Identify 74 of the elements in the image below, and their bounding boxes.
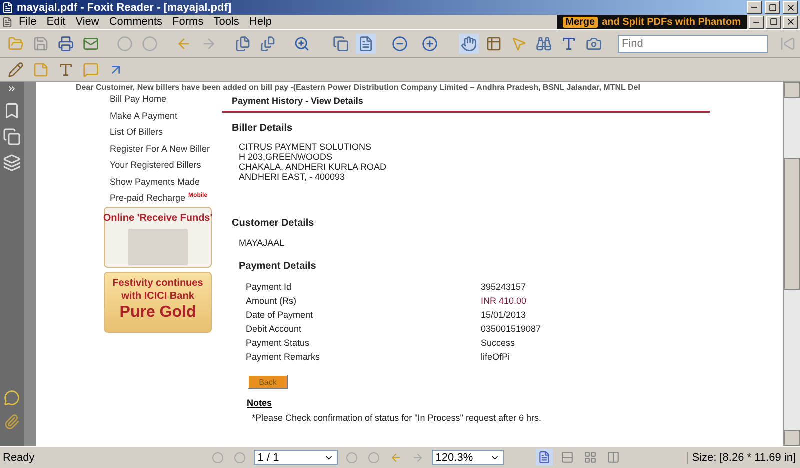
nav-link[interactable]: List Of Billers xyxy=(104,127,222,144)
layers-icon[interactable] xyxy=(3,154,21,172)
menu-item[interactable]: View xyxy=(72,16,104,28)
close-icon xyxy=(786,2,796,12)
close-button[interactable] xyxy=(783,1,798,14)
field-value: lifeOfPi xyxy=(481,352,512,363)
field-value: 035001519087 xyxy=(481,324,542,335)
expand-icon[interactable] xyxy=(7,84,17,94)
nav-link[interactable]: Bill Pay Home xyxy=(104,94,222,110)
pencil-icon[interactable] xyxy=(6,60,26,80)
promo-text: with ICICI Bank xyxy=(122,290,194,302)
bookmark-icon[interactable] xyxy=(3,102,21,120)
status-text: Ready xyxy=(2,452,36,464)
zoom-in-icon[interactable] xyxy=(420,34,440,54)
photo-placeholder xyxy=(128,228,188,264)
field-value: 395243157 xyxy=(481,282,528,293)
zoom-out-icon[interactable] xyxy=(390,34,410,54)
field-label: Payment Id xyxy=(246,282,293,293)
address-text: CITRUS PAYMENT SOLUTIONS H 203,GREENWOODS CHAKALA, ANDHERI KURLA ROAD ANDHERI EAST, - 400093 xyxy=(238,142,388,182)
print-icon[interactable] xyxy=(56,34,76,54)
close-button[interactable] xyxy=(783,16,798,28)
notice-text: Dear Customer, New billers have been added on bill pay -(Eastern Power Distribution Company Limited – Andhra Pradesh, BSNL Jalandar, MTNL Del xyxy=(75,83,642,92)
hand-icon[interactable] xyxy=(459,34,479,54)
field-label: Payment Status xyxy=(246,338,311,349)
ad-banner[interactable]: Merge and Split PDFs with Phantom xyxy=(556,15,747,29)
promo-text: Festivity continues xyxy=(112,276,204,290)
nav-link[interactable]: Show Payments Made xyxy=(104,176,222,193)
promo-text: Online 'Receive Funds' xyxy=(103,212,213,224)
field-label: Payment Remarks xyxy=(246,352,322,363)
document-icon xyxy=(2,16,13,28)
promo-text: Pure Gold xyxy=(120,302,196,322)
note-text: *Please Check confirmation of status for "In Process" request after 6 hrs. xyxy=(252,413,543,423)
menu-item[interactable]: Forms xyxy=(168,16,208,28)
field-label: Amount (Rs) xyxy=(246,296,298,307)
ad-text: and Split PDFs with Phantom xyxy=(602,16,741,28)
nav-link[interactable]: Make A Payment xyxy=(104,110,222,127)
zoom-field[interactable]: 120.3% xyxy=(432,450,504,465)
field-label: Debit Account xyxy=(246,324,303,335)
field-value: INR 410.00 xyxy=(481,296,528,307)
section-title: Biller Details xyxy=(232,123,294,134)
window-title: mayajal.pdf - Foxit Reader - [mayajal.pdf] xyxy=(17,2,233,14)
promo-banner[interactable]: Online 'Receive Funds' xyxy=(104,206,212,268)
single-page-icon[interactable] xyxy=(536,449,553,466)
comments-icon[interactable] xyxy=(4,390,20,406)
page-field[interactable]: 1 / 1 xyxy=(254,450,338,465)
field-value: Success xyxy=(481,338,516,349)
minimize-button[interactable] xyxy=(747,1,762,14)
menu-item[interactable]: Tools xyxy=(210,16,244,28)
field-label: Date of Payment xyxy=(246,310,314,321)
menu-item[interactable]: Help xyxy=(245,16,276,28)
paperclip-icon[interactable] xyxy=(4,414,20,430)
notes-title: Notes xyxy=(247,398,274,408)
field-value: 15/01/2013 xyxy=(481,310,528,321)
pages-icon[interactable] xyxy=(3,128,21,146)
section-title: Customer Details xyxy=(232,218,316,229)
section-title: Payment Details xyxy=(239,261,318,272)
customer-name: MAYAJAAL xyxy=(238,238,286,248)
find-field[interactable]: Find xyxy=(618,34,768,52)
ad-highlight: Merge xyxy=(562,16,598,28)
page-heading: Payment History - View Details xyxy=(222,94,710,113)
nav-link[interactable]: Pre-paid Recharge $^{Mobile}$ xyxy=(104,193,222,210)
restore-button[interactable] xyxy=(766,16,781,28)
minimize-button[interactable] xyxy=(749,16,764,28)
scrollbar[interactable] xyxy=(783,82,800,446)
menu-item[interactable]: Edit xyxy=(42,16,70,28)
close-icon xyxy=(786,17,796,27)
nav-link[interactable]: Your Registered Billers xyxy=(104,160,222,176)
nav-link[interactable]: Register For A New Biller xyxy=(104,144,222,160)
restore-button[interactable] xyxy=(765,1,780,14)
promo-banner[interactable]: Festivity continues with ICICI Bank Pure Gold xyxy=(104,272,212,332)
menu-item[interactable]: Comments xyxy=(105,16,167,28)
document-icon xyxy=(2,2,14,14)
page-size-text: Size: [8.26 * 11.69 in] xyxy=(687,452,800,464)
menu-item[interactable]: File xyxy=(15,16,41,28)
